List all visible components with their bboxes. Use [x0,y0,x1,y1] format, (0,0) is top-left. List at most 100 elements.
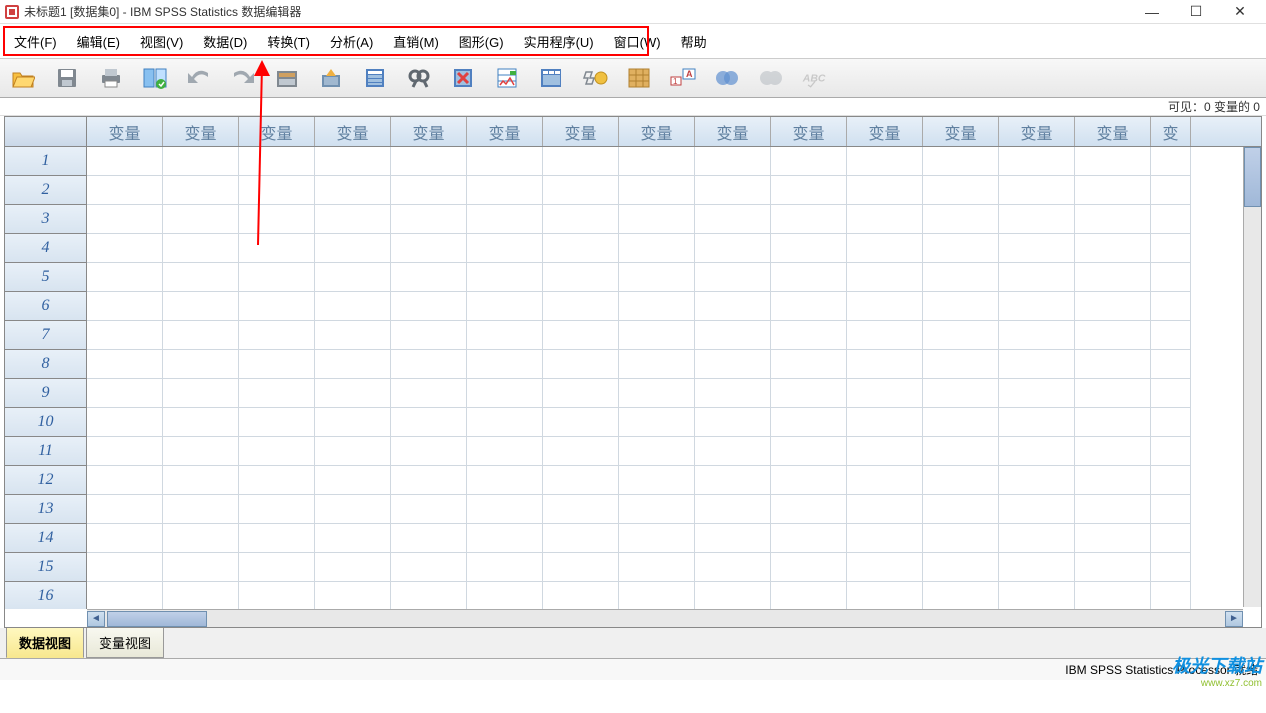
cell[interactable] [771,437,847,466]
cell[interactable] [391,524,467,553]
cell[interactable] [847,437,923,466]
cell[interactable] [391,205,467,234]
cell[interactable] [999,466,1075,495]
cell[interactable] [695,263,771,292]
cell[interactable] [87,553,163,582]
cell[interactable] [239,437,315,466]
cell[interactable] [695,350,771,379]
row-header[interactable]: 5 [5,263,87,292]
cell[interactable] [163,292,239,321]
cell[interactable] [619,263,695,292]
cell[interactable] [619,350,695,379]
cell[interactable] [771,466,847,495]
cell[interactable] [467,408,543,437]
cell[interactable] [315,495,391,524]
cell[interactable] [163,147,239,176]
cell[interactable] [771,582,847,609]
cell[interactable] [543,234,619,263]
cell[interactable] [1151,263,1191,292]
cell[interactable] [163,234,239,263]
cell[interactable] [1075,321,1151,350]
cell[interactable] [1075,582,1151,609]
horizontal-scrollbar[interactable]: ◄ ► [87,609,1243,627]
row-header[interactable]: 3 [5,205,87,234]
value-labels-icon[interactable] [624,63,654,93]
cell[interactable] [163,466,239,495]
find-icon[interactable] [404,63,434,93]
cell[interactable] [771,263,847,292]
scroll-left-icon[interactable]: ◄ [87,611,105,627]
menu-view[interactable]: 视图(V) [130,28,193,55]
cell[interactable] [999,234,1075,263]
cell[interactable] [923,553,999,582]
cell[interactable] [1151,553,1191,582]
cell[interactable] [239,263,315,292]
row-header[interactable]: 7 [5,321,87,350]
cell[interactable] [1151,234,1191,263]
row-header[interactable]: 1 [5,147,87,176]
cell[interactable] [543,408,619,437]
scrollbar-thumb[interactable] [107,611,207,627]
cell[interactable] [1075,147,1151,176]
cell[interactable] [315,553,391,582]
cell[interactable] [1075,176,1151,205]
row-header[interactable]: 6 [5,292,87,321]
cell[interactable] [771,350,847,379]
cell[interactable] [999,292,1075,321]
cell[interactable] [163,379,239,408]
cell[interactable] [315,350,391,379]
cell[interactable] [391,553,467,582]
cell[interactable] [315,234,391,263]
row-header[interactable]: 13 [5,495,87,524]
cell[interactable] [467,205,543,234]
row-header[interactable]: 16 [5,582,87,609]
cell[interactable] [87,292,163,321]
cell[interactable] [1151,524,1191,553]
cell[interactable] [999,263,1075,292]
cell[interactable] [619,234,695,263]
column-header[interactable]: 变量 [1075,117,1151,146]
cell[interactable] [923,350,999,379]
cell[interactable] [619,379,695,408]
cell[interactable] [923,147,999,176]
cell[interactable] [87,176,163,205]
cell[interactable] [999,408,1075,437]
insert-case-icon[interactable] [448,63,478,93]
cell[interactable] [87,234,163,263]
cell[interactable] [543,379,619,408]
cell[interactable] [543,350,619,379]
cell[interactable] [1151,495,1191,524]
cell[interactable] [391,147,467,176]
tab-variable-view[interactable]: 变量视图 [86,627,164,658]
cell[interactable] [771,408,847,437]
column-header[interactable]: 变量 [695,117,771,146]
cell[interactable] [771,524,847,553]
goto-variable-icon[interactable] [316,63,346,93]
cell[interactable] [1075,263,1151,292]
select-cases-icon[interactable] [580,63,610,93]
cell[interactable] [391,176,467,205]
abc-icon[interactable]: ABC [800,63,830,93]
cell[interactable] [1075,205,1151,234]
cell[interactable] [543,205,619,234]
cell[interactable] [1075,553,1151,582]
cell[interactable] [163,205,239,234]
column-header[interactable]: 变量 [923,117,999,146]
cell[interactable] [1075,292,1151,321]
cell[interactable] [771,292,847,321]
cell[interactable] [87,263,163,292]
cell[interactable] [239,234,315,263]
cell[interactable] [999,379,1075,408]
cell[interactable] [923,408,999,437]
cell[interactable] [87,205,163,234]
cell[interactable] [771,205,847,234]
cell[interactable] [695,408,771,437]
cell[interactable] [467,495,543,524]
cell[interactable] [999,321,1075,350]
menu-utilities[interactable]: 实用程序(U) [514,28,604,55]
cell[interactable] [619,321,695,350]
cell[interactable] [847,321,923,350]
cell[interactable] [239,553,315,582]
cell[interactable] [543,582,619,609]
cell[interactable] [1151,379,1191,408]
